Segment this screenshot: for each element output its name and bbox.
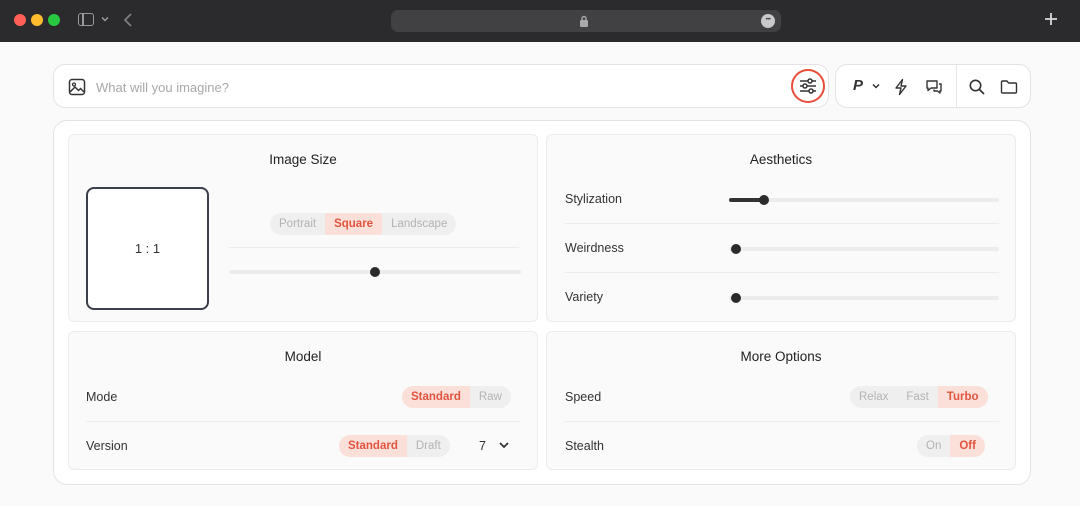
model-card: Model Mode Standard Raw Version Standard… <box>68 331 538 470</box>
aspect-ratio-slider-thumb[interactable] <box>370 267 380 277</box>
personalization-button[interactable]: P <box>853 77 863 94</box>
action-toolbar: P <box>835 64 1031 108</box>
page-menu-icon[interactable] <box>761 13 775 28</box>
orientation-landscape[interactable]: Landscape <box>382 213 456 235</box>
stylization-slider-track[interactable] <box>729 198 999 202</box>
weirdness-slider-thumb[interactable] <box>731 244 741 254</box>
mode-standard[interactable]: Standard <box>402 386 470 408</box>
browser-toolbar <box>0 0 1080 42</box>
stealth-off[interactable]: Off <box>950 435 985 457</box>
address-bar[interactable] <box>391 10 781 32</box>
speed-label: Speed <box>565 390 602 404</box>
version-selector: Standard Draft <box>339 435 450 457</box>
image-size-card: Image Size 1 : 1 Portrait Square Landsca… <box>68 134 538 322</box>
variety-label: Variety <box>565 290 603 304</box>
mode-label: Mode <box>86 390 118 404</box>
stylization-slider-thumb[interactable] <box>759 195 769 205</box>
stealth-label: Stealth <box>565 439 604 453</box>
chat-bubbles-icon[interactable] <box>925 78 943 96</box>
speed-relax[interactable]: Relax <box>850 386 897 408</box>
search-icon[interactable] <box>968 78 986 96</box>
new-tab-icon[interactable] <box>1044 12 1058 26</box>
variety-slider-track[interactable] <box>729 296 999 300</box>
aesthetics-card: Aesthetics Stylization Weirdness Variety <box>546 134 1016 322</box>
prompt-bar <box>53 64 829 108</box>
weirdness-label: Weirdness <box>565 241 624 255</box>
divider <box>229 247 519 248</box>
divider <box>565 223 999 224</box>
close-window-button[interactable] <box>14 14 26 26</box>
divider <box>86 421 520 422</box>
minimize-window-button[interactable] <box>31 14 43 26</box>
speed-fast[interactable]: Fast <box>897 386 937 408</box>
chevron-down-icon[interactable] <box>871 82 881 90</box>
version-draft[interactable]: Draft <box>407 435 450 457</box>
lightning-icon[interactable] <box>893 78 909 96</box>
version-number[interactable]: 7 <box>479 439 486 453</box>
image-size-title: Image Size <box>269 152 337 167</box>
chevron-down-icon[interactable] <box>100 14 110 24</box>
mode-raw[interactable]: Raw <box>470 386 511 408</box>
mode-selector: Standard Raw <box>402 386 511 408</box>
stealth-on[interactable]: On <box>917 435 950 457</box>
lock-icon <box>580 15 588 27</box>
more-options-title: More Options <box>740 349 822 364</box>
model-title: Model <box>284 349 322 364</box>
more-options-card: More Options Speed Relax Fast Turbo Stea… <box>546 331 1016 470</box>
version-label: Version <box>86 439 128 453</box>
divider <box>565 272 999 273</box>
zoom-window-button[interactable] <box>48 14 60 26</box>
sliders-icon <box>800 78 816 94</box>
speed-turbo[interactable]: Turbo <box>937 386 988 408</box>
folder-icon[interactable] <box>1000 78 1018 96</box>
image-upload-icon[interactable] <box>68 78 86 96</box>
chevron-down-icon[interactable] <box>498 440 510 450</box>
weirdness-slider-track[interactable] <box>729 247 999 251</box>
divider <box>565 421 999 422</box>
orientation-portrait[interactable]: Portrait <box>270 213 325 235</box>
speed-selector: Relax Fast Turbo <box>850 386 988 408</box>
variety-slider-thumb[interactable] <box>731 293 741 303</box>
orientation-square[interactable]: Square <box>325 213 383 235</box>
settings-toggle-button[interactable] <box>791 69 825 103</box>
aspect-ratio-preview: 1 : 1 <box>86 187 209 310</box>
stealth-selector: On Off <box>917 435 985 457</box>
aspect-ratio-label: 1 : 1 <box>134 241 161 256</box>
orientation-selector: Portrait Square Landscape <box>270 213 457 235</box>
back-arrow-icon[interactable] <box>122 12 134 28</box>
toolbar-divider <box>956 65 957 107</box>
aesthetics-title: Aesthetics <box>749 152 813 167</box>
version-standard[interactable]: Standard <box>339 435 407 457</box>
settings-panel: Image Size 1 : 1 Portrait Square Landsca… <box>53 120 1031 485</box>
prompt-input[interactable] <box>96 75 776 99</box>
sidebar-toggle-icon[interactable] <box>78 13 94 26</box>
stylization-label: Stylization <box>565 192 622 206</box>
